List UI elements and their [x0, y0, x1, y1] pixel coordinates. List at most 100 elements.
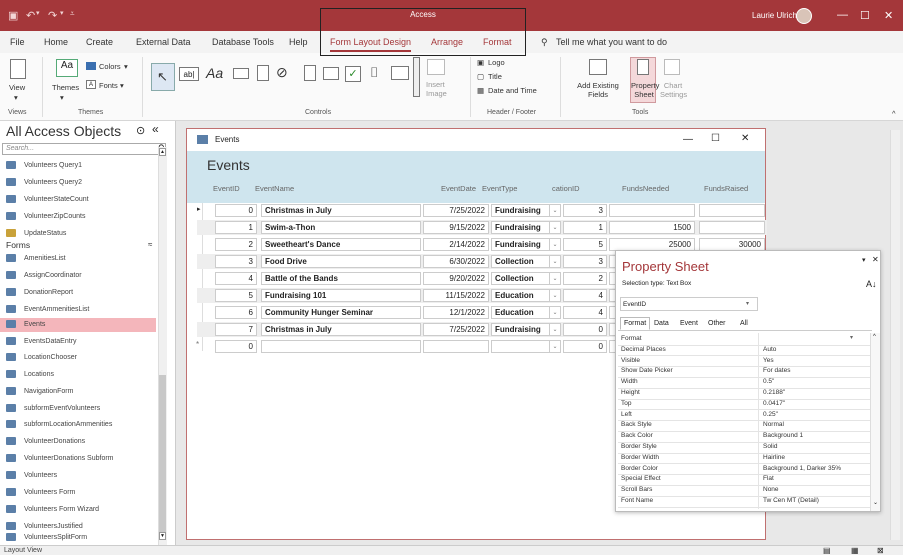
title-button[interactable]: Title: [488, 72, 502, 81]
check-box-icon[interactable]: ✓: [345, 66, 361, 82]
event-date-field[interactable]: 7/25/2022: [423, 323, 489, 336]
colors-button[interactable]: Colors: [99, 62, 121, 71]
minimize-icon[interactable]: —: [683, 134, 693, 145]
nav-item-query[interactable]: VolunteerZipCounts: [6, 210, 156, 224]
property-value[interactable]: Auto: [763, 346, 776, 353]
event-type-dropdown-icon[interactable]: ⌄: [549, 272, 561, 285]
tab-data[interactable]: Data: [654, 320, 669, 327]
nav-item-form[interactable]: VolunteerDonations Subform: [6, 452, 156, 466]
event-type-dropdown-icon[interactable]: ⌄: [549, 323, 561, 336]
nav-pane-title[interactable]: All Access Objects: [6, 123, 121, 139]
event-name-field[interactable]: Battle of the Bands: [261, 272, 421, 285]
property-value[interactable]: Normal: [763, 421, 784, 428]
property-value[interactable]: Background 1, Darker 35%: [763, 465, 841, 472]
label-icon[interactable]: Aa: [206, 65, 223, 81]
event-date-field[interactable]: 9/15/2022: [423, 221, 489, 234]
tab-help[interactable]: Help: [289, 37, 308, 47]
event-id-field[interactable]: 7: [215, 323, 257, 336]
user-name[interactable]: Laurie Ulrich: [752, 11, 797, 20]
nav-menu-icon[interactable]: ⊙: [136, 124, 145, 137]
tab-event[interactable]: Event: [680, 320, 698, 327]
design-view-icon[interactable]: ⊠: [877, 546, 884, 555]
collapse-section-icon[interactable]: ≈: [148, 240, 152, 249]
view-button[interactable]: View: [9, 83, 25, 92]
location-id-field[interactable]: 4: [563, 306, 607, 319]
nav-search-input[interactable]: Search...: [2, 143, 166, 155]
nav-item-form[interactable]: subformLocationAmmenities: [6, 418, 156, 432]
redo-dropdown-icon[interactable]: ▾: [60, 9, 64, 17]
event-date-field[interactable]: 2/14/2022: [423, 238, 489, 251]
nav-item-form[interactable]: NavigationForm: [6, 385, 156, 399]
nav-scroll-thumb[interactable]: [159, 375, 166, 535]
chevron-down-icon[interactable]: ▾: [850, 334, 853, 341]
event-id-field[interactable]: 0: [215, 204, 257, 217]
property-scrollbar[interactable]: [870, 333, 880, 511]
tab-other[interactable]: Other: [708, 320, 726, 327]
event-name-field[interactable]: Christmas in July: [261, 204, 421, 217]
table-row[interactable]: 0 Christmas in July 7/25/2022 Fundraising 3 ⌄: [197, 203, 767, 218]
nav-item-form[interactable]: VolunteersSplitForm: [6, 531, 156, 545]
text-box-icon[interactable]: ab|: [179, 67, 199, 81]
controls-gallery-scroll[interactable]: [413, 57, 420, 97]
pane-options-icon[interactable]: ▾: [862, 256, 866, 264]
add-existing-fields-button[interactable]: Add Existing Fields: [570, 81, 626, 99]
location-id-field[interactable]: 3: [563, 204, 607, 217]
event-date-field[interactable]: 12/1/2022: [423, 306, 489, 319]
close-icon[interactable]: ✕: [741, 133, 749, 144]
tab-all[interactable]: All: [740, 320, 748, 327]
event-name-field[interactable]: Swim-a-Thon: [261, 221, 421, 234]
event-id-field[interactable]: 1: [215, 221, 257, 234]
location-id-field[interactable]: 0: [563, 340, 607, 353]
themes-button[interactable]: Themes: [52, 83, 79, 92]
property-value[interactable]: Flat: [763, 475, 774, 482]
event-name-field[interactable]: Community Hunger Seminar: [261, 306, 421, 319]
search-icon[interactable]: ⚲: [541, 37, 548, 48]
event-type-dropdown-icon[interactable]: ⌄: [549, 255, 561, 268]
fonts-button[interactable]: Fonts: [99, 81, 118, 90]
property-value[interactable]: Solid: [763, 443, 777, 450]
location-id-field[interactable]: 3: [563, 255, 607, 268]
funds-raised-field[interactable]: [699, 221, 765, 234]
event-name-field[interactable]: [261, 340, 421, 353]
nav-item-form[interactable]: Volunteers Form: [6, 486, 156, 500]
nav-section-forms[interactable]: Forms: [6, 240, 30, 250]
column-header[interactable]: EventType: [482, 184, 517, 193]
event-id-field[interactable]: 6: [215, 306, 257, 319]
close-pane-icon[interactable]: ✕: [872, 255, 879, 264]
logo-button[interactable]: Logo: [488, 58, 505, 67]
tab-file[interactable]: File: [10, 37, 25, 47]
tab-home[interactable]: Home: [44, 37, 68, 47]
event-id-field[interactable]: 5: [215, 289, 257, 302]
property-value[interactable]: For dates: [763, 367, 790, 374]
event-name-field[interactable]: Christmas in July: [261, 323, 421, 336]
nav-item-form[interactable]: LocationChooser: [6, 351, 156, 365]
event-type-dropdown-icon[interactable]: ⌄: [549, 204, 561, 217]
event-id-field[interactable]: 2: [215, 238, 257, 251]
funds-raised-field[interactable]: [699, 204, 765, 217]
avatar[interactable]: [796, 8, 812, 24]
undo-dropdown-icon[interactable]: ▾: [36, 9, 40, 17]
web-browser-icon[interactable]: [304, 65, 316, 81]
control-selector[interactable]: EventID: [620, 297, 758, 311]
hyperlink-icon[interactable]: ⊘: [276, 64, 288, 81]
column-header[interactable]: cationID: [552, 184, 580, 193]
column-header[interactable]: EventDate: [441, 184, 476, 193]
tab-create[interactable]: Create: [86, 37, 113, 47]
event-name-field[interactable]: Fundraising 101: [261, 289, 421, 302]
event-date-field[interactable]: [423, 340, 489, 353]
nav-item-form[interactable]: Volunteers: [6, 469, 156, 483]
nav-item-form[interactable]: AssignCoordinator: [6, 269, 156, 283]
insert-image-button[interactable]: Insert Image: [426, 80, 456, 98]
column-header[interactable]: EventName: [255, 184, 294, 193]
sort-icon[interactable]: A↓: [866, 279, 877, 289]
event-name-field[interactable]: Sweetheart's Dance: [261, 238, 421, 251]
tell-me-box[interactable]: Tell me what you want to do: [556, 37, 667, 47]
nav-item-form[interactable]: subformEventVolunteers: [6, 402, 156, 416]
property-value[interactable]: 0.0417": [763, 400, 785, 407]
view-dropdown-icon[interactable]: ▾: [14, 93, 18, 102]
nav-item-form[interactable]: DonationReport: [6, 286, 156, 300]
table-row[interactable]: 1 Swim-a-Thon 9/15/2022 Fundraising 1 1500 ⌄: [197, 220, 767, 235]
column-header[interactable]: FundsRaised: [704, 184, 748, 193]
nav-item-form[interactable]: EventsDataEntry: [6, 335, 156, 349]
event-date-field[interactable]: 6/30/2022: [423, 255, 489, 268]
